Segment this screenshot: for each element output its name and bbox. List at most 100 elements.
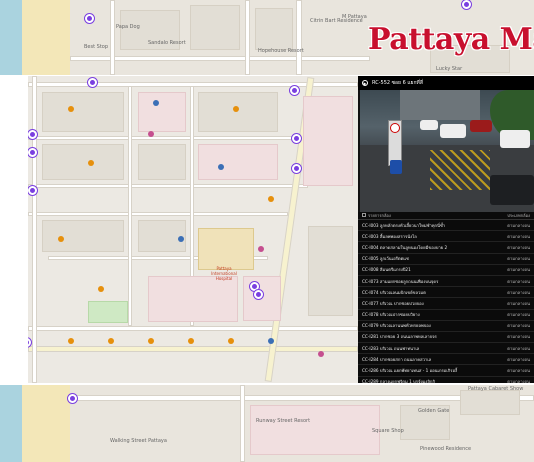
play-icon[interactable]: ▶	[362, 80, 368, 86]
camera-type: ตามกลางถน	[507, 323, 530, 329]
camera-list-item[interactable]: CC-I008 ลีมนตรีเเกรงปี21 ตามกลางถน	[358, 265, 534, 276]
camera-list-item[interactable]: CC-I281 ปากซอย 3 ถนนเลาพหลเลาจจร ตามกลางถ…	[358, 332, 534, 344]
camera-marker[interactable]	[292, 134, 301, 143]
select-all-checkbox[interactable]	[362, 213, 366, 217]
camera-marker[interactable]	[254, 290, 263, 299]
camera-marker[interactable]	[290, 86, 299, 95]
camera-name: CC-I289 กลางแยกฟูจิกุม 1 บรจังมงลิกกิ	[362, 379, 435, 383]
hospital-label: Pattaya International Hospital	[211, 266, 237, 281]
camera-list-item[interactable]: CC-I003 ลูกหลักตรงหัวเลี้ยวนาใหม่ชำทุกนี…	[358, 220, 534, 232]
camera-name: CC-I003 ลื้มลพพองสรารนังไล	[362, 233, 417, 239]
camera-title: RC-552 ซอย 6 แยกที่สี่	[372, 80, 423, 86]
car-shape	[420, 120, 438, 130]
camera-name: CC-I074 บริเวณลนมปักเขย์ขลวมต	[362, 289, 426, 295]
map-label: Hopehouse Resort	[258, 48, 304, 54]
camera-list-item[interactable]: CC-I074 บริเวณลนมปักเขย์ขลวมต ตามกลางถน	[358, 287, 534, 299]
camera-marker[interactable]	[292, 164, 301, 173]
map-building	[460, 390, 520, 415]
camera-marker[interactable]	[68, 394, 77, 403]
poi-marker[interactable]	[148, 131, 154, 137]
park-area	[88, 301, 128, 323]
map-label: Papa Dog	[116, 24, 140, 30]
list-header-type: ประเภทกล้อง	[507, 213, 530, 218]
map-building	[308, 226, 353, 316]
map-label: Sandalo Resort	[148, 40, 186, 46]
map-building	[42, 144, 124, 180]
poi-marker[interactable]	[58, 236, 64, 242]
map-road	[28, 136, 308, 140]
map-building	[42, 220, 124, 252]
map-road	[128, 86, 132, 326]
car-shape	[500, 130, 530, 148]
camera-list-item[interactable]: CC-I289 กลางแยกฟูจิกุม 1 บรจังมงลิกกิ ตาม…	[358, 377, 534, 383]
camera-marker[interactable]	[28, 130, 37, 139]
poi-marker[interactable]	[228, 338, 234, 344]
camera-type: ตามกลางถน	[507, 222, 530, 228]
map-label: Pattaya Cabaret Show	[468, 386, 524, 392]
map-road	[110, 0, 115, 75]
map-building	[138, 144, 186, 180]
map-building	[250, 405, 380, 455]
poi-marker[interactable]	[68, 106, 74, 112]
camera-list-item[interactable]: CC-I078 บริเวณปากซอยบวิยาง ตามกลางถน	[358, 310, 534, 321]
camera-list-item[interactable]: CC-I004 ตลาดสลามในลูหนองโดยมีของบาย 2 ตาม…	[358, 242, 534, 254]
map-label: Walking Street Pattaya	[110, 438, 167, 444]
map-label: Runway Street Resort	[256, 418, 311, 424]
camera-marker[interactable]	[85, 14, 94, 23]
camera-list-header: รายการกล้อง ประเภทกล้อง	[358, 212, 534, 220]
camera-rows: CC-I003 ลูกหลักตรงหัวเลี้ยวนาใหม่ชำทุกนี…	[358, 220, 534, 383]
camera-list-item[interactable]: CC-I073 สามแยกซอยลูกถนนเฟืองบนจุดร ตามกลา…	[358, 276, 534, 288]
poi-marker[interactable]	[318, 351, 324, 357]
map-road	[28, 184, 308, 188]
camera-list-item[interactable]: CC-I077 บริเวณ ปากซอยปวยจอง ตามกลางถน	[358, 298, 534, 310]
camera-name: CC-I003 ลูกหลักตรงหัวเลี้ยวนาใหม่ชำทุกนี…	[362, 222, 446, 228]
pattaya-mail-logo[interactable]: Pattaya Mail	[368, 22, 534, 62]
poi-marker[interactable]	[68, 338, 74, 344]
camera-list-item[interactable]: CC-I286 บริเวณ แยกพัทยาเทนส - 1 ออนเกรอเ…	[358, 365, 534, 377]
camera-marker[interactable]	[462, 0, 471, 9]
camera-live-view[interactable]	[360, 90, 534, 212]
poi-marker[interactable]	[268, 196, 274, 202]
car-shape	[440, 124, 466, 138]
camera-list-item[interactable]: CC-I283 บริเวณ ถนนฟาทนาเล ตามกลางถน	[358, 343, 534, 355]
poi-marker[interactable]	[178, 236, 184, 242]
camera-type: ตามกลางถน	[507, 278, 530, 284]
map-label: Lucky Star	[436, 66, 463, 72]
camera-list-item[interactable]: CC-I284 ปากซอยสกา ถนนลาคสวาเล ตามกลางถน	[358, 354, 534, 366]
camera-type: ตามกลางถน	[507, 368, 530, 374]
camera-marker[interactable]	[88, 78, 97, 87]
poi-marker[interactable]	[148, 338, 154, 344]
poi-marker[interactable]	[108, 338, 114, 344]
camera-name: CC-I008 ลีมนตรีเเกรงปี21	[362, 267, 411, 273]
camera-name: CC-I073 สามแยกซอยลูกถนนเฟืองบนจุดร	[362, 278, 439, 284]
map-road	[245, 0, 250, 75]
poi-marker[interactable]	[258, 246, 264, 252]
map-road	[32, 76, 37, 383]
camera-list-item[interactable]: CC-I005 ลูกเว้นเอรีตตแช ตามกลางถน	[358, 254, 534, 265]
map-label: Best Stop	[84, 44, 109, 50]
map-building	[190, 5, 240, 50]
poi-marker[interactable]	[218, 164, 224, 170]
camera-marker[interactable]	[28, 186, 37, 195]
poi-marker[interactable]	[88, 160, 94, 166]
map-label: M Pattaya	[342, 14, 367, 20]
camera-list-item[interactable]: CC-I079 บริเวณลานนพหัวทรยลพจอง ตามกลางถน	[358, 321, 534, 332]
map-building	[198, 144, 278, 180]
camera-marker[interactable]	[28, 148, 37, 157]
camera-name: CC-I004 ตลาดสลามในลูหนองโดยมีของบาย 2	[362, 244, 448, 250]
poi-marker[interactable]	[268, 338, 274, 344]
poi-marker[interactable]	[233, 106, 239, 112]
camera-name: CC-I281 ปากซอย 3 ถนนเลาพหลเลาจจร	[362, 334, 437, 340]
camera-type: ตามกลางถน	[507, 345, 530, 351]
camera-name: CC-I283 บริเวณ ถนนฟาทนาเล	[362, 345, 420, 351]
camera-list-item[interactable]: CC-I003 ลื้มลพพองสรารนังไล ตามกลางถน	[358, 231, 534, 243]
poi-marker[interactable]	[98, 286, 104, 292]
camera-type: ตามกลางถน	[507, 300, 530, 306]
poi-marker[interactable]	[153, 100, 159, 106]
poi-marker[interactable]	[188, 338, 194, 344]
map-road	[296, 0, 302, 75]
camera-list: รายการกล้อง ประเภทกล้อง CC-I003 ลูกหลักต…	[358, 212, 534, 383]
camera-type: ตามกลางถน	[507, 244, 530, 250]
cctv-map[interactable]: Pattaya International Hospital	[28, 76, 358, 383]
screenshot: Papa Dog Best Stop Sandalo Resort Hopeho…	[0, 0, 534, 462]
